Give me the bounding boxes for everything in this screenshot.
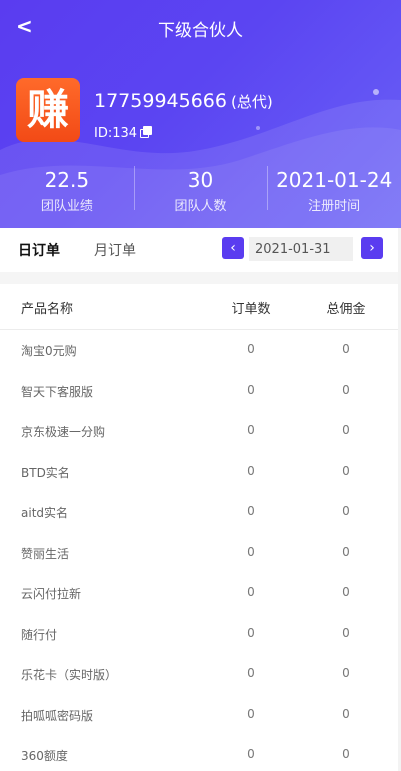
- table-row: aitd实名 0 0: [0, 492, 401, 533]
- user-id: ID:134: [94, 126, 153, 141]
- profile-header: < 下级合伙人 赚 17759945666 (总代) ID:134 22.5 团队…: [0, 0, 401, 228]
- table-row: 淘宝0元购 0 0: [0, 330, 401, 371]
- product-name: 360额度: [21, 749, 68, 763]
- table-row: 乐花卡（实时版） 0 0: [0, 654, 401, 695]
- product-name: 云闪付拉新: [21, 587, 82, 601]
- avatar: 赚: [16, 78, 80, 142]
- commission: 0: [342, 747, 350, 761]
- user-id-label: ID:134: [94, 126, 138, 141]
- stat-label: 团队人数: [174, 199, 227, 214]
- order-tabs: 日订单 月订单 ‹ ›: [0, 228, 401, 272]
- product-name: BTD实名: [21, 465, 70, 480]
- product-name: 京东极速一分购: [21, 425, 106, 439]
- table-row: 云闪付拉新 0 0: [0, 573, 401, 614]
- nav-bar: < 下级合伙人: [0, 0, 401, 54]
- table-header: 产品名称 订单数 总佣金: [0, 284, 401, 330]
- header-product-name: 产品名称: [21, 302, 74, 317]
- chevron-left-icon[interactable]: ‹: [222, 237, 244, 259]
- stat-team-performance: 22.5 团队业绩: [0, 164, 134, 220]
- commission: 0: [342, 706, 350, 721]
- commission: 0: [342, 585, 350, 599]
- commission: 0: [342, 666, 350, 680]
- copy-icon[interactable]: [140, 126, 153, 138]
- order-count: 0: [247, 666, 255, 680]
- table-row: 360额度 0 0: [0, 735, 401, 771]
- stat-team-size: 30 团队人数: [133, 164, 268, 220]
- stat-value: 30: [187, 168, 214, 192]
- product-name: 拍呱呱密码版: [21, 708, 94, 723]
- page-title: 下级合伙人: [158, 21, 243, 41]
- phone-number: 17759945666: [94, 90, 227, 112]
- order-count: 0: [247, 706, 255, 721]
- order-count: 0: [247, 423, 255, 437]
- commission: 0: [342, 504, 350, 518]
- order-count: 0: [247, 625, 255, 640]
- table-row: 智天下客服版 0 0: [0, 371, 401, 412]
- stat-value: 2021-01-24: [276, 168, 393, 192]
- commission: 0: [342, 423, 350, 437]
- tab-daily-orders[interactable]: 日订单: [18, 240, 60, 260]
- product-name: 智天下客服版: [21, 384, 94, 399]
- table-row: BTD实名 0 0: [0, 452, 401, 493]
- stat-register-date: 2021-01-24 注册时间: [267, 164, 401, 220]
- order-count: 0: [247, 747, 255, 761]
- product-name: 赞丽生活: [21, 546, 70, 561]
- table-row: 随行付 0 0: [0, 614, 401, 655]
- table-row: 京东极速一分购 0 0: [0, 411, 401, 452]
- order-count: 0: [247, 585, 255, 599]
- order-count: 0: [247, 382, 255, 397]
- table-row: 拍呱呱密码版 0 0: [0, 695, 401, 736]
- user-role: (总代): [230, 93, 273, 111]
- order-count: 0: [247, 342, 255, 356]
- chevron-right-icon[interactable]: ›: [361, 237, 383, 259]
- table-row: 赞丽生活 0 0: [0, 533, 401, 574]
- stat-label: 注册时间: [308, 199, 361, 214]
- date-input[interactable]: [249, 237, 353, 261]
- stat-value: 22.5: [44, 168, 90, 192]
- order-count: 0: [247, 544, 255, 559]
- commission: 0: [342, 625, 350, 640]
- order-count: 0: [247, 504, 255, 518]
- product-name: 乐花卡（实时版）: [21, 668, 118, 682]
- stat-label: 团队业绩: [40, 199, 93, 214]
- user-phone: 17759945666 (总代): [94, 90, 273, 112]
- product-name: aitd实名: [21, 506, 69, 520]
- commission: 0: [342, 342, 350, 356]
- commission: 0: [342, 544, 350, 559]
- tab-monthly-orders[interactable]: 月订单: [94, 240, 136, 260]
- stats-row: 22.5 团队业绩 30 团队人数 2021-01-24 注册时间: [0, 164, 401, 220]
- header-total-commission: 总佣金: [326, 302, 366, 317]
- commission: 0: [342, 382, 350, 397]
- order-count: 0: [247, 463, 255, 478]
- product-name: 淘宝0元购: [21, 344, 77, 358]
- header-order-count: 订单数: [231, 302, 271, 317]
- product-name: 随行付: [21, 627, 58, 642]
- commission: 0: [342, 463, 350, 478]
- table-body: 淘宝0元购 0 0 智天下客服版 0 0 京东极速一分购 0 0 BTD实名 0 0 aitd实…: [0, 330, 401, 771]
- section-divider: [0, 272, 401, 284]
